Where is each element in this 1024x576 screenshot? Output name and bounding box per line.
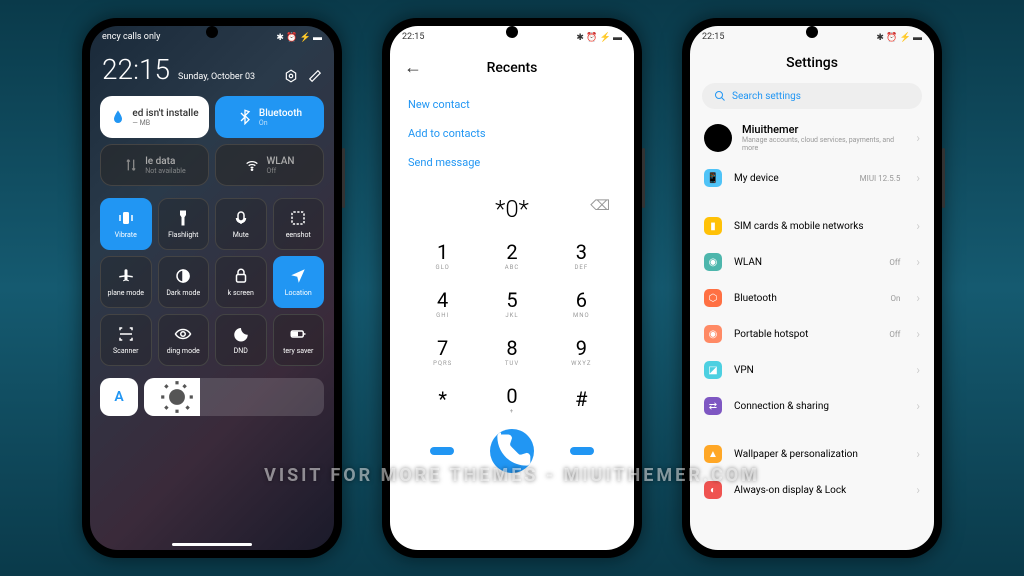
backspace-icon[interactable]: ⌫ (590, 198, 610, 214)
chevron-right-icon: › (916, 399, 920, 413)
reading-icon (174, 325, 192, 343)
mute-icon (232, 209, 250, 227)
key-6[interactable]: 6MNO (547, 279, 616, 327)
sim1-button[interactable] (430, 447, 454, 455)
tile-lock[interactable]: k screen (215, 256, 267, 308)
setting-icon: ⇄ (704, 397, 722, 415)
auto-brightness-button[interactable]: A (100, 378, 138, 416)
chevron-right-icon: › (916, 219, 920, 233)
setting-icon: ⬡ (704, 289, 722, 307)
key-9[interactable]: 9WXYZ (547, 327, 616, 375)
key-5[interactable]: 5JKL (477, 279, 546, 327)
key-3[interactable]: 3DEF (547, 231, 616, 279)
scanner-icon (117, 325, 135, 343)
drop-icon (110, 109, 126, 125)
setting-icon: ◪ (704, 361, 722, 379)
clock-date: Sunday, October 03 (178, 72, 276, 82)
setting-my-device[interactable]: 📱My deviceMIUI 12.5.5› (690, 160, 934, 196)
setting-icon: ▮ (704, 217, 722, 235)
location-icon (289, 267, 307, 285)
sim2-button[interactable] (570, 447, 594, 455)
setting-icon: 📱 (704, 169, 722, 187)
tile-vibrate[interactable]: Vibrate (100, 198, 152, 250)
tile-wlan[interactable]: WLANOff (215, 144, 324, 186)
clock-time: 22:15 (102, 53, 170, 86)
edit-icon[interactable] (308, 68, 322, 82)
key-0[interactable]: 0+ (477, 375, 546, 423)
chevron-right-icon: › (916, 363, 920, 377)
home-indicator[interactable] (172, 543, 252, 546)
key-4[interactable]: 4GHI (408, 279, 477, 327)
watermark-text: VISIT FOR MORE THEMES - MIUITHEMER.COM (264, 465, 760, 486)
setting-icon: ◉ (704, 325, 722, 343)
key-7[interactable]: 7PQRS (408, 327, 477, 375)
chevron-right-icon: › (916, 131, 920, 145)
tile-mute[interactable]: Mute (215, 198, 267, 250)
tile-dark[interactable]: Dark mode (158, 256, 210, 308)
tile-data[interactable]: le dataNot available (100, 144, 209, 186)
bluetooth-icon (237, 109, 253, 125)
chevron-right-icon: › (916, 171, 920, 185)
airplane-icon (117, 267, 135, 285)
key-*[interactable]: * (408, 375, 477, 423)
setting-sim-cards-mobile-networks[interactable]: ▮SIM cards & mobile networks› (690, 208, 934, 244)
quick-settings-grid: VibrateFlashlightMuteeenshot plane modeDa… (90, 192, 334, 372)
data-icon (123, 157, 139, 173)
dnd-icon (232, 325, 250, 343)
screenshot-icon (289, 209, 307, 227)
dark-icon (174, 267, 192, 285)
setting-wlan[interactable]: ◉WLANOff› (690, 244, 934, 280)
setting-icon: ▲ (704, 445, 722, 463)
battery-icon (289, 325, 307, 343)
brightness-slider[interactable] (144, 378, 324, 416)
chevron-right-icon: › (916, 291, 920, 305)
setting-vpn[interactable]: ◪VPN› (690, 352, 934, 388)
tile-bluetooth[interactable]: BluetoothOn (215, 96, 324, 138)
vibrate-icon (117, 209, 135, 227)
key-2[interactable]: 2ABC (477, 231, 546, 279)
tile-dnd[interactable]: DND (215, 314, 267, 366)
chevron-right-icon: › (916, 447, 920, 461)
tile-flashlight[interactable]: Flashlight (158, 198, 210, 250)
account-row[interactable]: Miuithemer Manage accounts, cloud servic… (690, 115, 934, 160)
chevron-right-icon: › (916, 327, 920, 341)
settings-icon[interactable] (284, 68, 298, 82)
setting-icon: ◉ (704, 253, 722, 271)
search-icon (714, 90, 726, 102)
key-8[interactable]: 8TUV (477, 327, 546, 375)
add-to-contacts-option[interactable]: Add to contacts (408, 119, 616, 148)
setting-bluetooth[interactable]: ⬡BluetoothOn› (690, 280, 934, 316)
dial-display: *0* ⌫ (390, 181, 634, 231)
new-contact-option[interactable]: New contact (408, 90, 616, 119)
wifi-icon (244, 157, 260, 173)
search-settings[interactable]: Search settings (702, 83, 922, 109)
setting-portable-hotspot[interactable]: ◉Portable hotspotOff› (690, 316, 934, 352)
setting-connection-sharing[interactable]: ⇄Connection & sharing› (690, 388, 934, 424)
flashlight-icon (174, 209, 192, 227)
page-title: Recents (404, 60, 620, 76)
tile-airplane[interactable]: plane mode (100, 256, 152, 308)
tile-battery[interactable]: tery saver (273, 314, 325, 366)
keypad: 1GLO2ABC3DEF 4GHI5JKL6MNO 7PQRS8TUV9WXYZ *0… (390, 231, 634, 423)
chevron-right-icon: › (916, 255, 920, 269)
avatar (704, 124, 732, 152)
key-1[interactable]: 1GLO (408, 231, 477, 279)
tile-location[interactable]: Location (273, 256, 325, 308)
page-title: Settings (690, 49, 934, 77)
chevron-right-icon: › (916, 483, 920, 497)
tile-screenshot[interactable]: eenshot (273, 198, 325, 250)
lock-icon (232, 267, 250, 285)
tile-scanner[interactable]: Scanner (100, 314, 152, 366)
key-#[interactable]: # (547, 375, 616, 423)
tile-cleaner[interactable]: ed isn't installe— MB (100, 96, 209, 138)
send-message-option[interactable]: Send message (408, 148, 616, 177)
tile-reading[interactable]: ding mode (158, 314, 210, 366)
